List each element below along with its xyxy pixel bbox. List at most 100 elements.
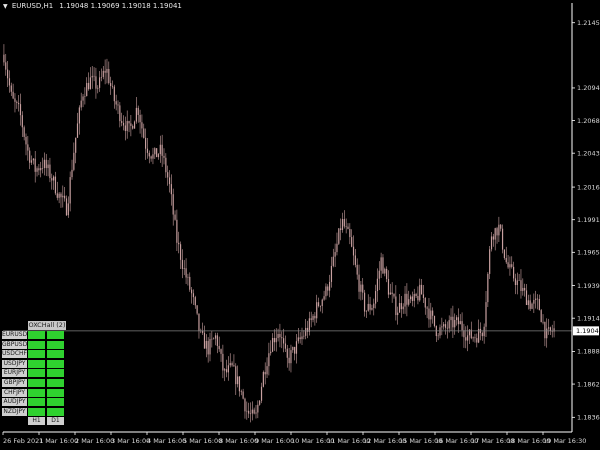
candle-body [531,303,533,309]
y-tick-label: 1.18880 [577,348,600,356]
candle-body [347,226,349,230]
candle-body [465,337,467,341]
candle-body [275,338,277,343]
candle-body [544,321,546,339]
candle-body [481,332,483,337]
candle-body [319,305,321,307]
candle-body [270,351,272,354]
pair-label[interactable]: EURUSD [2,331,27,339]
candle-body [500,224,502,229]
x-tick-label: 3 Mar 16:00 [111,437,150,445]
candle-body [141,122,143,129]
candle-body [426,307,428,309]
timeframe-label[interactable]: D1 [47,417,64,426]
x-tick-label: 19 Mar 16:30 [543,437,586,445]
candle-body [189,276,191,290]
candle-body [546,328,548,339]
candle-body [461,321,463,331]
candle-body [511,264,513,267]
candle-body [128,121,130,124]
candle-body [365,310,367,312]
candle-body [262,372,264,387]
panel-row: GBPUSD [2,340,66,350]
candle-body [474,337,476,339]
pair-label[interactable]: USDCHF [2,350,27,359]
candle-body [76,123,79,138]
pair-label[interactable]: NZDJPY [2,407,27,416]
candle-body [351,237,353,247]
candle-body [406,293,408,305]
candle-body [181,259,183,269]
candle-body [273,337,275,343]
candle-body [513,266,515,279]
candle-body [417,296,419,301]
timeframe-label[interactable]: H1 [28,417,45,426]
candle-body [174,214,176,220]
candle-body [47,164,49,169]
candle-body [452,316,454,328]
candle-body [156,148,158,158]
candle-body [369,303,371,310]
candle-body [496,228,498,236]
pair-label[interactable]: USDJPY [2,359,27,368]
candle-body [433,315,436,327]
candle-body [51,178,53,181]
pair-label[interactable]: EURJPY [2,369,27,378]
candle-body [224,369,226,371]
candle-body [371,308,373,310]
x-tick-label: 8 Mar 16:00 [219,437,258,445]
ohlc-values: 1.19048 1.19069 1.19018 1.19041 [59,2,182,10]
candle-body [251,409,253,414]
candle-body [271,337,274,352]
candle-body [279,333,281,338]
candle-body [467,335,469,341]
candle-body [75,137,77,153]
candle-body [27,144,29,151]
signal-cell [47,369,64,378]
candle-body [71,169,73,178]
candle-body [292,346,294,351]
pair-label[interactable]: CHFJPY [2,388,27,397]
signal-cell [28,369,45,378]
panel-footer: H1 D1 [2,417,66,426]
x-tick-label: 5 Mar 16:00 [183,437,222,445]
triangle-down-icon[interactable]: ▼ [3,3,8,10]
candle-body [472,337,474,339]
candle-body [400,303,402,310]
candle-body [176,219,178,243]
candle-body [62,195,64,198]
candle-body [314,315,316,319]
x-tick-label: 4 Mar 16:00 [147,437,186,445]
candle-body [249,413,252,415]
candle-body [503,249,505,259]
candle-body [260,386,263,401]
candle-body [310,318,312,320]
candle-body [238,376,241,392]
candle-body [547,327,550,329]
price-chart[interactable]: 1.21450 1.20940 1.20685 1.20430 1.20165 1.199… [0,0,600,450]
candle-body [516,280,518,285]
candle-body [80,100,82,108]
candle-body [203,332,206,349]
candle-body [492,236,494,240]
candle-body [514,278,517,285]
candle-body [444,324,447,328]
candle-body [395,296,397,316]
candle-body [8,78,11,86]
pair-label[interactable]: GBPUSD [2,340,27,349]
candle-body [115,101,117,105]
candle-body [145,137,147,149]
candle-body [255,412,257,414]
candle-body [187,276,189,278]
candle-body [113,86,115,102]
candle-body [409,296,412,300]
candle-body [211,338,213,340]
pair-label[interactable]: GBPJPY [2,379,27,387]
candle-body [36,168,38,172]
candle-body [41,168,44,169]
candle-body [316,302,318,319]
candle-body [432,310,434,316]
candle-body [108,68,110,84]
pair-label[interactable]: AUDJPY [2,398,27,407]
signal-cell [28,388,45,397]
